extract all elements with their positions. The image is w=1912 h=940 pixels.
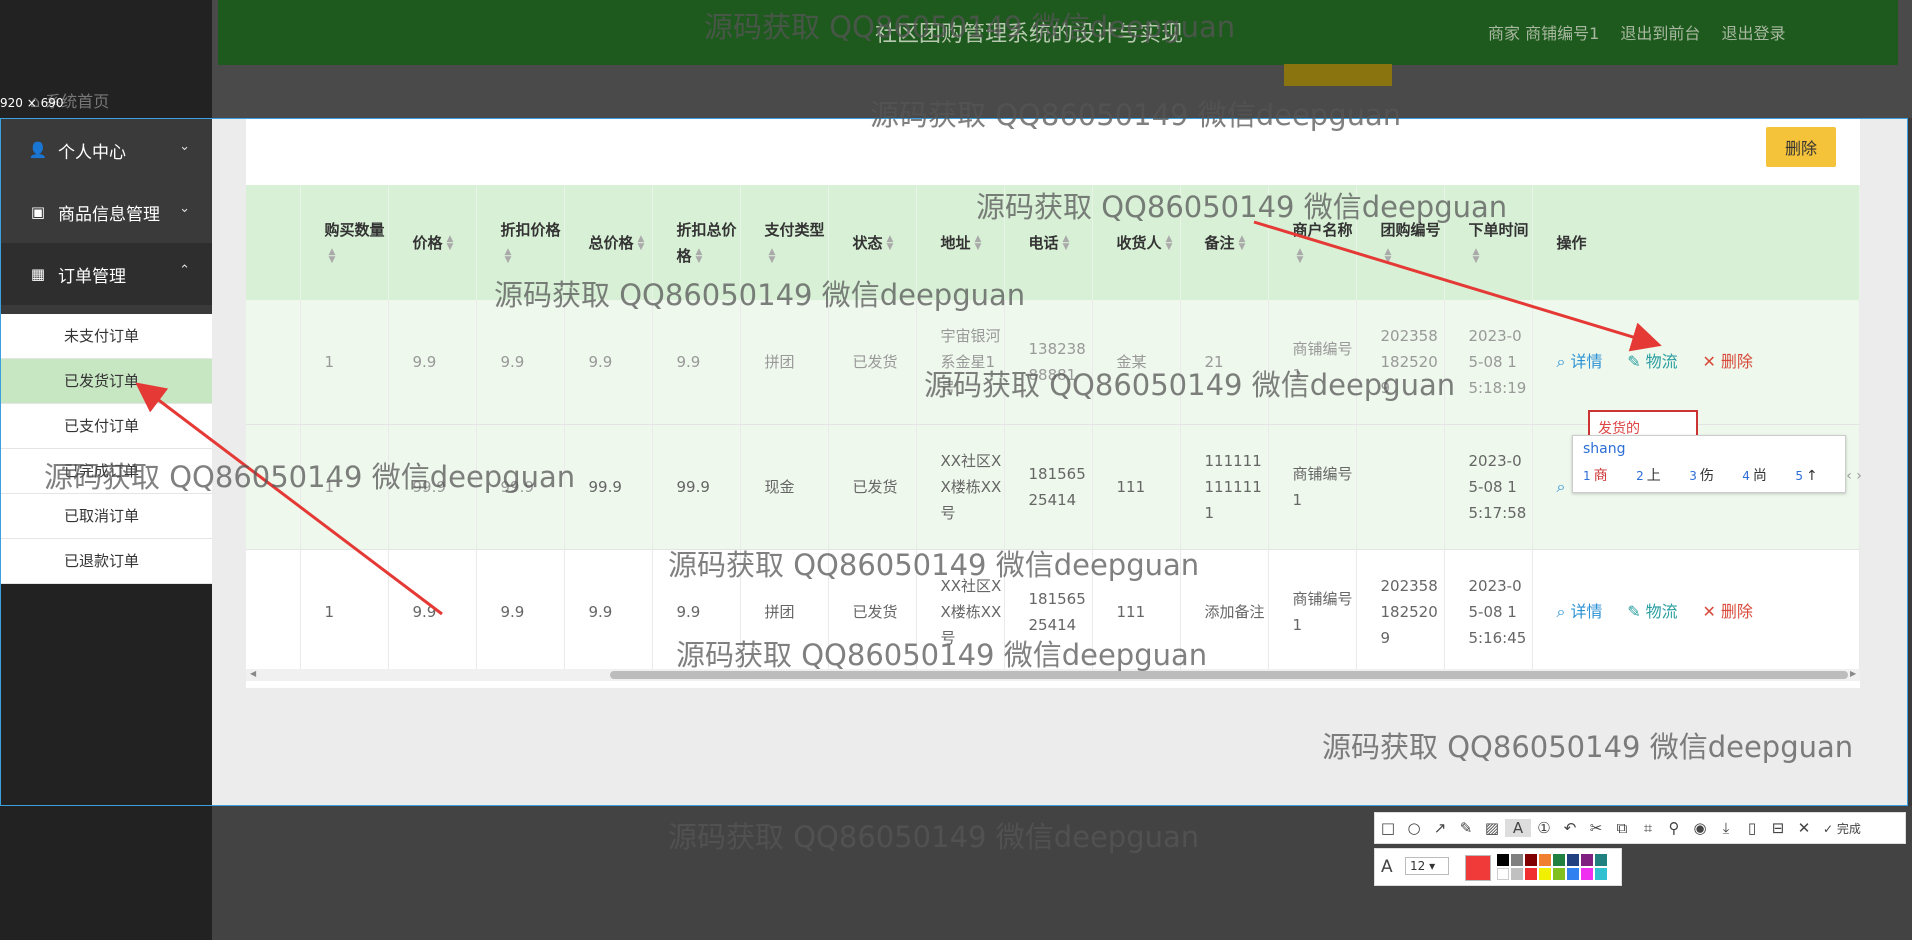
watermark: 源码获取 QQ86050149 微信deepguan [44,460,576,494]
watermark: 源码获取 QQ86050149 微信deepguan [870,98,1402,132]
arrow-to-logistics [1253,220,1662,352]
watermark: 源码获取 QQ86050149 微信deepguan [704,10,1236,44]
watermark: 源码获取 QQ86050149 微信deepguan [1322,730,1854,764]
watermark: 源码获取 QQ86050149 微信deepguan [976,190,1508,224]
watermark: 源码获取 QQ86050149 微信deepguan [668,820,1200,854]
arrow-to-shipped-menu [135,382,443,616]
watermark: 源码获取 QQ86050149 微信deepguan [668,548,1200,582]
watermark: 源码获取 QQ86050149 微信deepguan [676,638,1208,672]
watermark: 源码获取 QQ86050149 微信deepguan [924,368,1456,402]
watermark: 源码获取 QQ86050149 微信deepguan [494,278,1026,312]
